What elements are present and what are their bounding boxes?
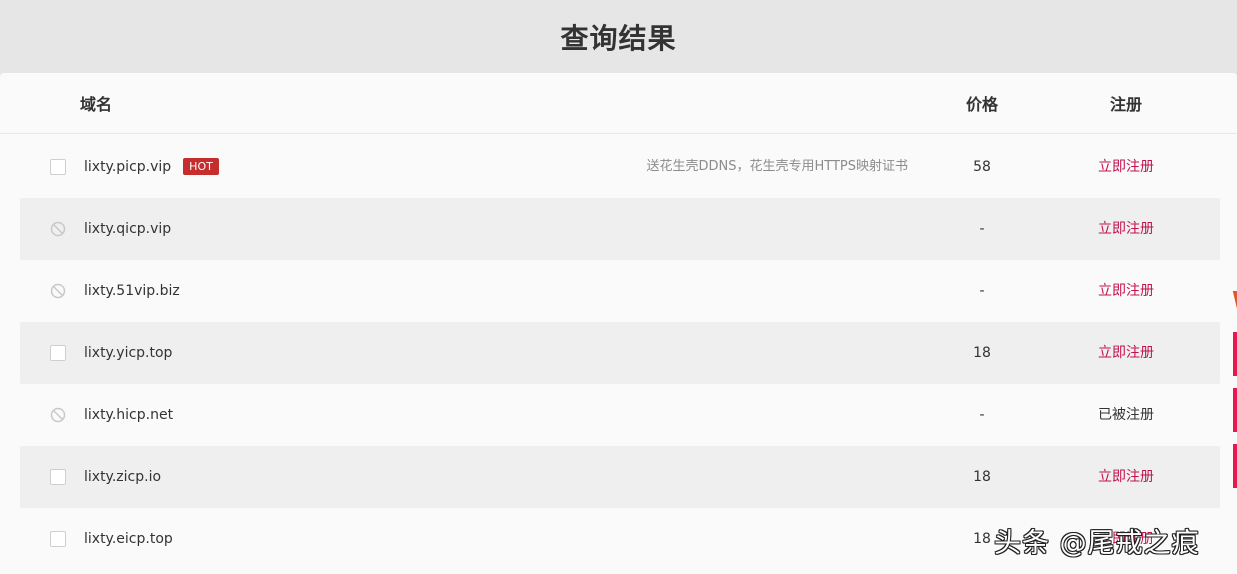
unavailable-icon <box>50 221 66 237</box>
hot-badge: HOT <box>183 158 219 175</box>
domain-cell: lixty.picp.vip HOT <box>84 136 219 198</box>
domain-cell: lixty.zicp.io <box>84 446 161 508</box>
price-cell: - <box>979 407 985 423</box>
page: 查询结果 域名 价格 注册 lixty.picp.vip HOT 送花生壳DDNS… <box>0 0 1237 574</box>
price-cell: 58 <box>973 159 991 175</box>
register-link[interactable]: 立即注册 <box>1086 446 1166 508</box>
unavailable-icon <box>50 407 66 423</box>
table-row: lixty.zicp.io 18 立即注册 <box>20 446 1220 508</box>
domain-name: lixty.zicp.io <box>84 469 162 485</box>
domain-name: lixty.hicp.net <box>84 407 174 423</box>
price-cell: - <box>979 283 985 299</box>
side-float-logo: W <box>1232 284 1237 320</box>
price-cell: 18 <box>973 345 991 361</box>
domain-cell: lixty.hicp.net <box>84 384 173 446</box>
results-panel: 域名 价格 注册 lixty.picp.vip HOT 送花生壳DDNS，花生壳专… <box>0 73 1237 574</box>
register-link[interactable]: 立即注册 <box>1086 136 1166 198</box>
row-checkbox[interactable] <box>50 345 66 361</box>
column-header-domain: 域名 <box>80 95 113 114</box>
page-title: 查询结果 <box>560 21 677 55</box>
domain-name: lixty.qicp.vip <box>84 221 172 237</box>
title-bar: 查询结果 <box>0 0 1237 73</box>
register-link[interactable]: 立即注册 <box>1086 198 1166 260</box>
side-float-button[interactable] <box>1233 444 1237 488</box>
domain-name: lixty.eicp.top <box>84 531 173 547</box>
row-checkbox[interactable] <box>50 159 66 175</box>
domain-cell: lixty.yicp.top <box>84 322 172 384</box>
table-row: lixty.hicp.net - 已被注册 <box>20 384 1220 446</box>
row-checkbox[interactable] <box>50 531 66 547</box>
column-header-register: 注册 <box>1109 95 1142 114</box>
side-float-button[interactable] <box>1233 388 1237 432</box>
domain-name: lixty.yicp.top <box>84 345 173 361</box>
row-checkbox[interactable] <box>50 469 66 485</box>
table-row: lixty.yicp.top 18 立即注册 <box>20 322 1220 384</box>
column-header-price: 价格 <box>965 95 998 114</box>
register-link[interactable]: 立即注册 <box>1086 260 1166 322</box>
watermark: 头条 @尾戒之痕 <box>994 528 1200 559</box>
table-row: lixty.qicp.vip - 立即注册 <box>20 198 1220 260</box>
domain-cell: lixty.qicp.vip <box>84 198 171 260</box>
domain-cell: lixty.eicp.top <box>84 508 173 570</box>
domain-name: lixty.picp.vip <box>84 159 172 175</box>
promo-text: 送花生壳DDNS，花生壳专用HTTPS映射证书 <box>646 159 908 174</box>
registered-status: 已被注册 <box>1098 407 1154 423</box>
price-cell: - <box>979 221 985 237</box>
unavailable-icon <box>50 283 66 299</box>
side-float-button[interactable] <box>1233 332 1237 376</box>
register-link[interactable]: 立即注册 <box>1086 322 1166 384</box>
table-row: lixty.picp.vip HOT 送花生壳DDNS，花生壳专用HTTPS映射证… <box>20 136 1220 198</box>
table-header: 域名 价格 注册 <box>0 73 1237 134</box>
domain-cell: lixty.51vip.biz <box>84 260 180 322</box>
table-row: lixty.51vip.biz - 立即注册 <box>20 260 1220 322</box>
price-cell: 18 <box>973 469 991 485</box>
domain-name: lixty.51vip.biz <box>84 283 180 299</box>
